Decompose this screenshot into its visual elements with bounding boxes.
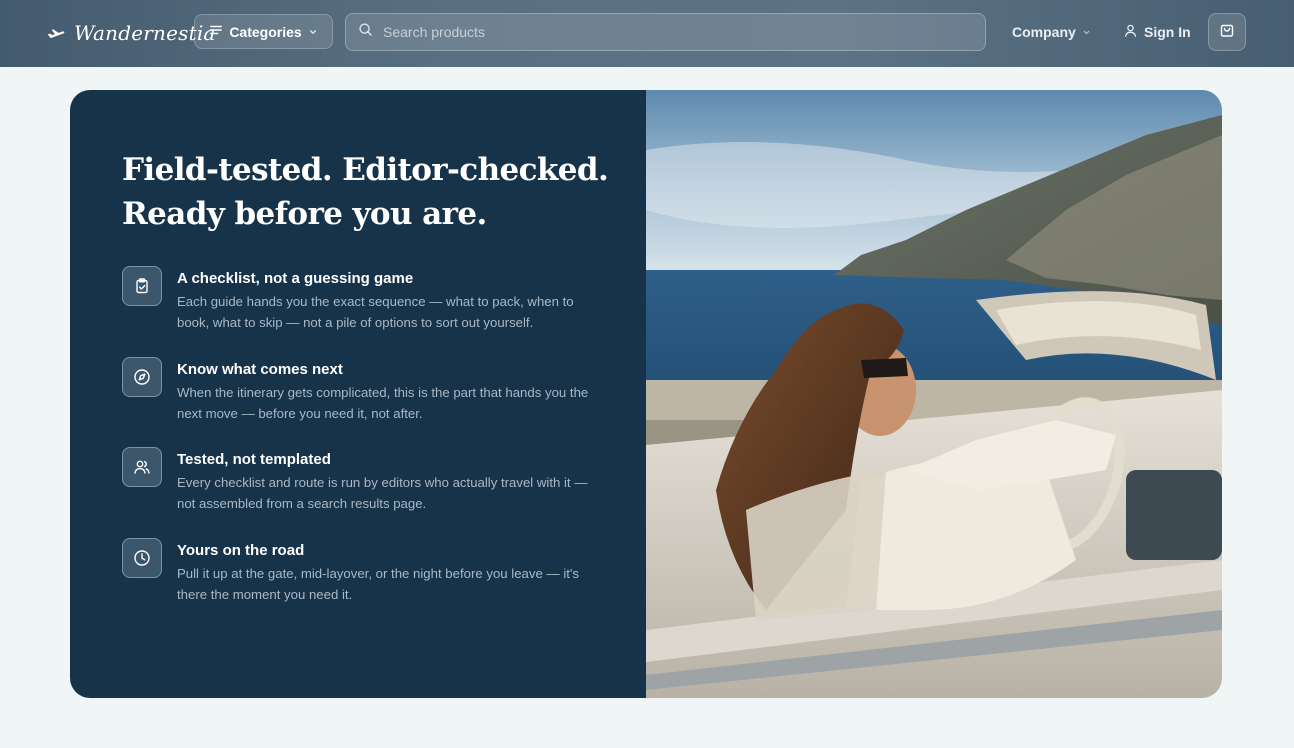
hero-card: Field-tested. Editor-checked. Ready befo… bbox=[70, 90, 1222, 698]
shopping-bag-icon bbox=[1219, 22, 1235, 43]
hero-headline: Field-tested. Editor-checked. Ready befo… bbox=[122, 152, 609, 232]
coastal-drive-photo bbox=[646, 90, 1222, 698]
feature-title: Know what comes next bbox=[177, 361, 343, 378]
sign-in-label: Sign In bbox=[1144, 24, 1191, 40]
chevron-down-icon bbox=[308, 24, 318, 40]
feature-title: Yours on the road bbox=[177, 542, 305, 559]
search-bar[interactable] bbox=[345, 13, 986, 51]
clipboard-check-icon bbox=[122, 266, 162, 306]
company-menu[interactable]: Company bbox=[1012, 22, 1091, 42]
hero-text-panel: Field-tested. Editor-checked. Ready befo… bbox=[70, 90, 646, 698]
company-label: Company bbox=[1012, 24, 1076, 40]
sign-in-link[interactable]: Sign In bbox=[1123, 22, 1191, 42]
menu-icon bbox=[209, 23, 223, 40]
feature-item: Know what comes next When the itinerary … bbox=[122, 357, 592, 424]
compass-icon bbox=[122, 357, 162, 397]
chevron-down-icon bbox=[1082, 24, 1091, 40]
categories-label: Categories bbox=[229, 23, 302, 40]
brand-logo[interactable]: Wandernestia bbox=[46, 18, 216, 48]
feature-item: A checklist, not a guessing game Each gu… bbox=[122, 266, 592, 333]
top-nav: Wandernestia Categories Company bbox=[0, 0, 1294, 67]
categories-button[interactable]: Categories bbox=[194, 14, 333, 49]
feature-description: Each guide hands you the exact sequence … bbox=[177, 294, 574, 330]
airplane-icon bbox=[46, 23, 66, 43]
search-input[interactable] bbox=[383, 24, 985, 40]
feature-title: A checklist, not a guessing game bbox=[177, 270, 414, 287]
feature-title: Tested, not templated bbox=[177, 451, 331, 468]
clock-icon bbox=[122, 538, 162, 578]
search-icon bbox=[358, 22, 373, 42]
feature-description: Pull it up at the gate, mid-layover, or … bbox=[177, 566, 580, 602]
feature-item: Tested, not templated Every checklist an… bbox=[122, 447, 592, 514]
feature-description: Every checklist and route is run by edit… bbox=[177, 475, 588, 511]
user-icon bbox=[1123, 23, 1138, 41]
users-icon bbox=[122, 447, 162, 487]
hero-image bbox=[646, 90, 1222, 698]
feature-item: Yours on the road Pull it up at the gate… bbox=[122, 538, 592, 605]
feature-description: When the itinerary gets complicated, thi… bbox=[177, 385, 589, 421]
cart-button[interactable] bbox=[1208, 13, 1246, 51]
